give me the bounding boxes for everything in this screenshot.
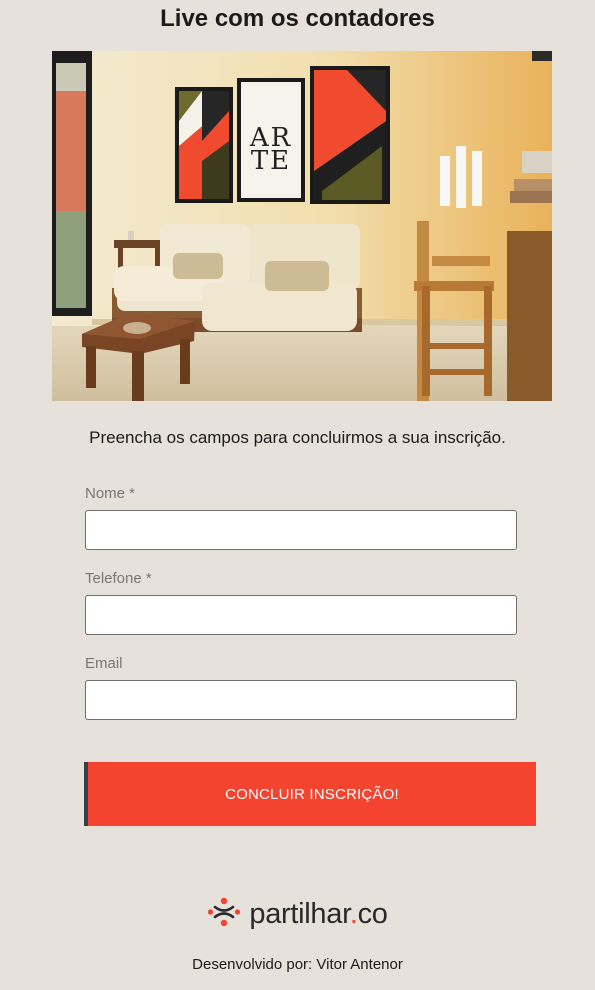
- name-input[interactable]: [85, 510, 517, 550]
- brand-logo[interactable]: partilhar.co: [0, 896, 595, 932]
- email-label: Email: [85, 655, 123, 672]
- svg-text:TE: TE: [251, 146, 291, 176]
- phone-label: Telefone *: [85, 570, 152, 587]
- page-title: Live com os contadores: [160, 5, 435, 32]
- phone-input[interactable]: [85, 595, 517, 635]
- brand-name: partilhar.co: [249, 898, 388, 930]
- hero-image: AR TE: [52, 51, 552, 401]
- partilhar-logo-icon: [207, 897, 241, 932]
- developer-credit: Desenvolvido por: Vitor Antenor: [192, 956, 403, 973]
- email-input[interactable]: [85, 680, 517, 720]
- name-label: Nome *: [85, 485, 136, 502]
- form-instructions: Preencha os campos para concluirmos a su…: [89, 428, 506, 447]
- submit-button[interactable]: CONCLUIR INSCRIÇÃO!: [84, 762, 536, 826]
